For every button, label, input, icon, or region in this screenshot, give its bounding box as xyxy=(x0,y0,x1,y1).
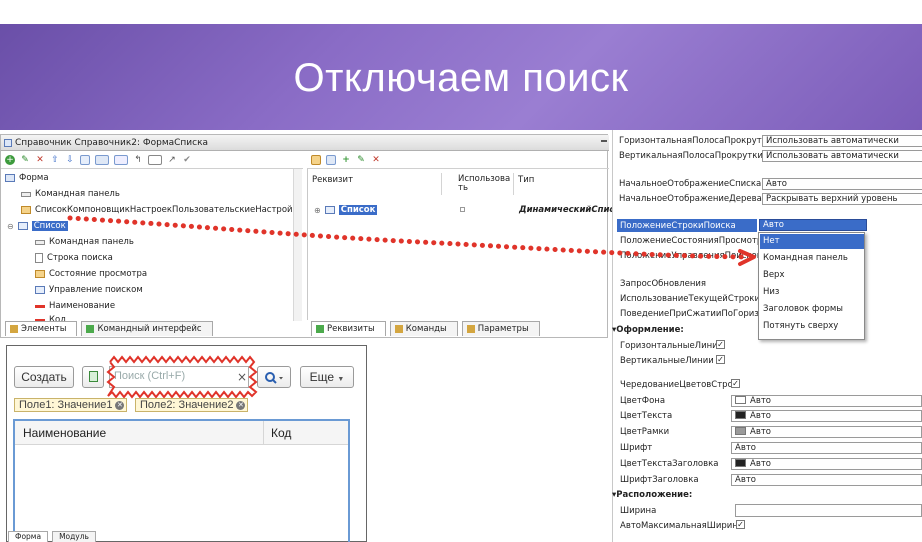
annotation-arrow xyxy=(67,215,756,266)
